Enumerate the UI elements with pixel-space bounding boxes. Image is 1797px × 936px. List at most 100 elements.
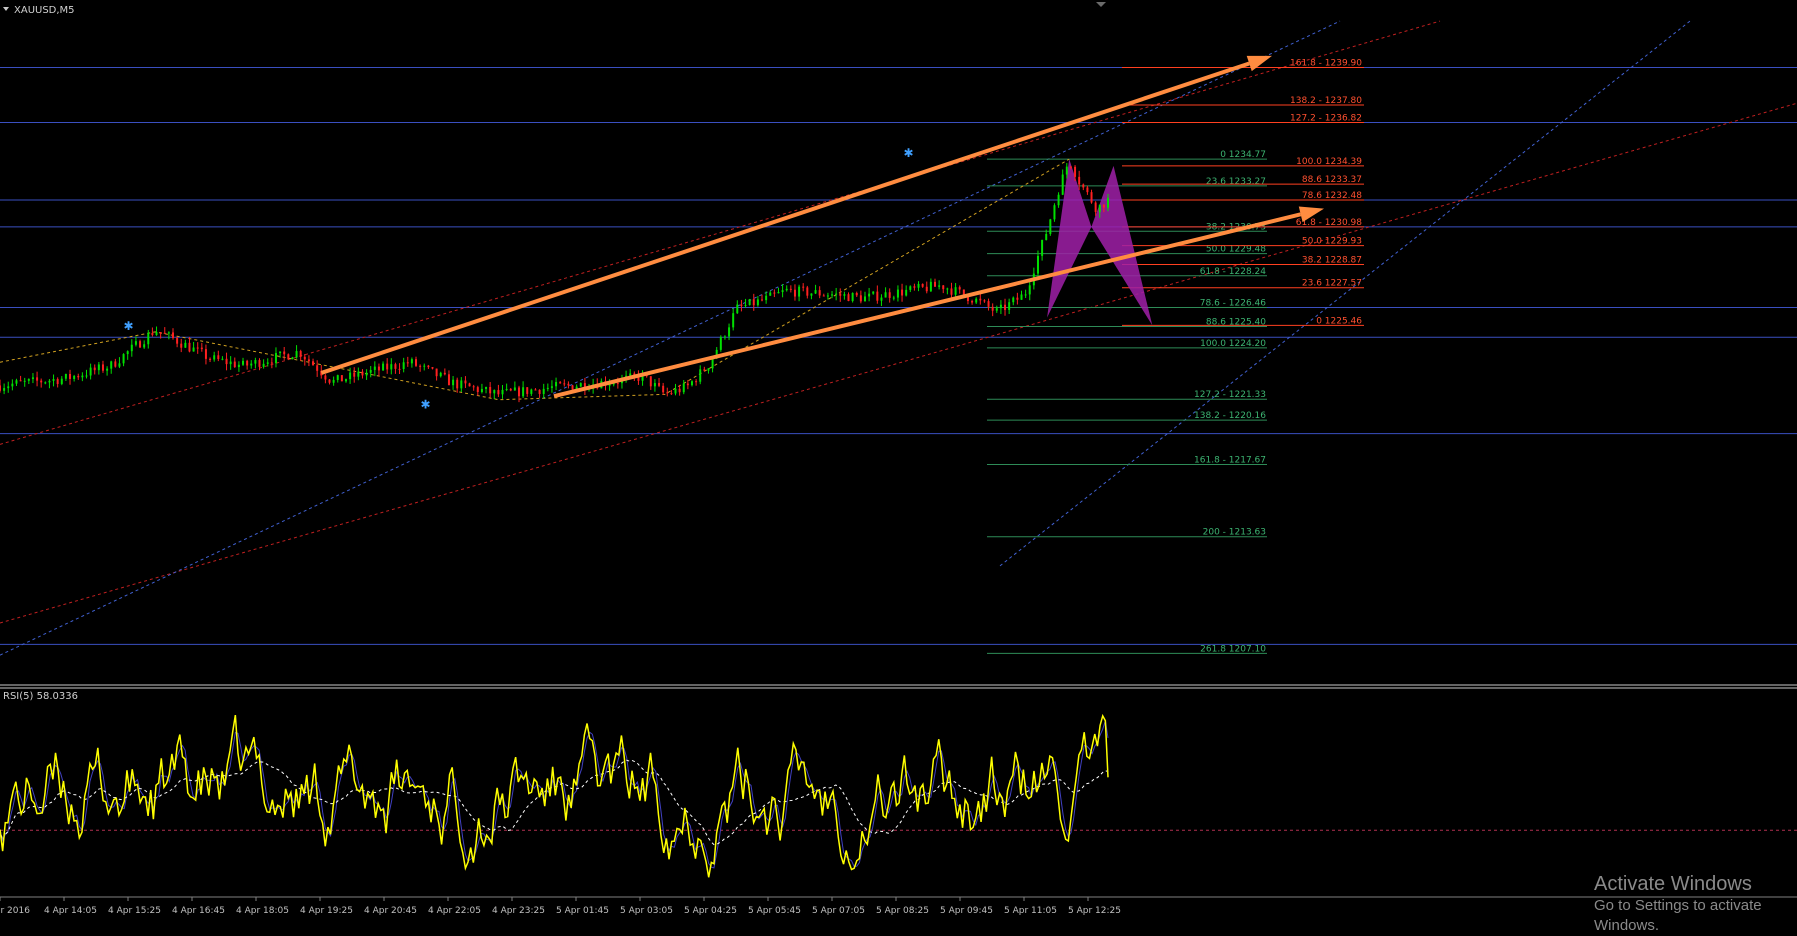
candle-body bbox=[0, 385, 1, 391]
symbol-label[interactable]: XAUUSD,M5 bbox=[14, 5, 75, 16]
fib-label-green: 127.2 - 1221.33 bbox=[1194, 390, 1266, 400]
candle-body bbox=[435, 368, 438, 377]
rsi-slow-line bbox=[0, 720, 1109, 869]
candle-body bbox=[27, 379, 30, 381]
candle-body bbox=[221, 358, 224, 360]
candle-body bbox=[163, 332, 166, 334]
candle-body bbox=[336, 375, 339, 380]
candle-body bbox=[171, 332, 174, 339]
candle-body bbox=[872, 291, 875, 294]
candle-body bbox=[176, 338, 179, 344]
candle-body bbox=[769, 292, 772, 296]
fib-label-green: 138.2 - 1220.16 bbox=[1194, 411, 1266, 421]
candle-body bbox=[56, 379, 59, 384]
candle-body bbox=[773, 292, 776, 294]
pivot-markers: ✱ ✱ ✱ bbox=[123, 146, 913, 412]
candle-body bbox=[217, 355, 220, 360]
candle-body bbox=[513, 387, 516, 391]
time-tick-label: 4 Apr 22:05 bbox=[428, 906, 481, 916]
fib-label-green: 50.0 1229.48 bbox=[1206, 245, 1266, 255]
candle-body bbox=[690, 381, 693, 386]
candle-body bbox=[443, 372, 446, 375]
candle-body bbox=[19, 380, 22, 382]
candle-body bbox=[460, 380, 463, 389]
candle-body bbox=[1107, 198, 1109, 208]
candle-body bbox=[670, 393, 673, 395]
candle-body bbox=[254, 360, 257, 364]
zigzag-lines bbox=[0, 158, 1070, 401]
candle-body bbox=[81, 375, 84, 378]
candle-body bbox=[888, 292, 891, 298]
fib-label-green: 88.6 1225.40 bbox=[1206, 317, 1266, 327]
rsi-line bbox=[0, 713, 1109, 878]
candle-body bbox=[89, 367, 92, 376]
candle-body bbox=[485, 386, 488, 389]
candle-body bbox=[979, 298, 982, 301]
candle-body bbox=[950, 288, 953, 295]
candle-body bbox=[567, 383, 570, 386]
time-tick-label: 5 Apr 04:25 bbox=[684, 906, 737, 916]
candle-body bbox=[884, 292, 887, 298]
fib-label-red: 50.0 1229.93 bbox=[1302, 237, 1362, 247]
candle-body bbox=[1061, 174, 1064, 195]
candle-body bbox=[431, 367, 434, 369]
candle-body bbox=[555, 382, 558, 387]
candle-body bbox=[340, 375, 343, 382]
candle-body bbox=[415, 359, 418, 366]
chevron-down-icon[interactable] bbox=[3, 7, 9, 11]
candle-body bbox=[658, 383, 661, 386]
candle-body bbox=[11, 383, 14, 387]
candle-body bbox=[1069, 166, 1072, 168]
candle-body bbox=[522, 387, 525, 397]
candle-body bbox=[69, 373, 72, 379]
candle-body bbox=[616, 383, 619, 385]
scroll-marker-icon[interactable] bbox=[1096, 2, 1106, 7]
candle-body bbox=[563, 383, 566, 385]
candle-body bbox=[546, 387, 549, 389]
candle-body bbox=[390, 364, 393, 370]
candle-body bbox=[905, 289, 908, 296]
time-tick-label: 5 Apr 09:45 bbox=[940, 906, 993, 916]
candle-body bbox=[674, 388, 677, 394]
candle-body bbox=[699, 369, 702, 382]
candle-body bbox=[946, 288, 949, 290]
fib-label-red: 100.0 1234.39 bbox=[1296, 157, 1362, 167]
fib-label-red: 38.2 1228.87 bbox=[1302, 256, 1362, 266]
candle-body bbox=[184, 342, 187, 348]
candle-body bbox=[353, 372, 356, 377]
candle-body bbox=[402, 362, 405, 369]
candle-body bbox=[229, 361, 232, 365]
candle-body bbox=[571, 385, 574, 390]
candle-body bbox=[785, 288, 788, 291]
candle-body bbox=[73, 375, 76, 379]
candle-body bbox=[167, 332, 170, 334]
candle-body bbox=[40, 380, 43, 383]
candle-body bbox=[332, 379, 335, 383]
candle-body bbox=[15, 380, 18, 384]
trend-arrows[interactable] bbox=[320, 55, 1324, 399]
candle-body bbox=[1020, 294, 1023, 300]
candle-body bbox=[283, 351, 286, 355]
trading-chart[interactable]: 0 1234.7723.6 1233.2738.2 1230.7350.0 12… bbox=[0, 0, 1797, 923]
candle-body bbox=[934, 281, 937, 287]
time-tick-label: 4 Apr 2016 bbox=[0, 906, 30, 916]
candle-body bbox=[1004, 304, 1007, 310]
candle-body bbox=[892, 297, 895, 299]
channel-line-blue-1 bbox=[0, 20, 1341, 656]
rsi-indicator bbox=[0, 713, 1797, 878]
time-tick-label: 4 Apr 14:05 bbox=[44, 906, 97, 916]
candle-body bbox=[427, 365, 430, 368]
candle-body bbox=[938, 285, 941, 287]
candle-body bbox=[987, 301, 990, 307]
candle-body bbox=[839, 293, 842, 296]
pattern-triangle-left bbox=[1047, 159, 1092, 318]
candle-body bbox=[530, 389, 533, 394]
fibonacci-levels: 0 1234.7723.6 1233.2738.2 1230.7350.0 12… bbox=[987, 59, 1364, 654]
candle-body bbox=[942, 285, 945, 290]
pivot-marker-icon: ✱ bbox=[123, 319, 133, 333]
fib-label-red: 161.8 - 1239.90 bbox=[1290, 59, 1362, 69]
candle-body bbox=[550, 386, 553, 388]
time-tick-label: 5 Apr 08:25 bbox=[876, 906, 929, 916]
window-labels: XAUUSD,M5 RSI(5) 58.0336 bbox=[3, 2, 1106, 702]
candle-body bbox=[344, 379, 347, 382]
